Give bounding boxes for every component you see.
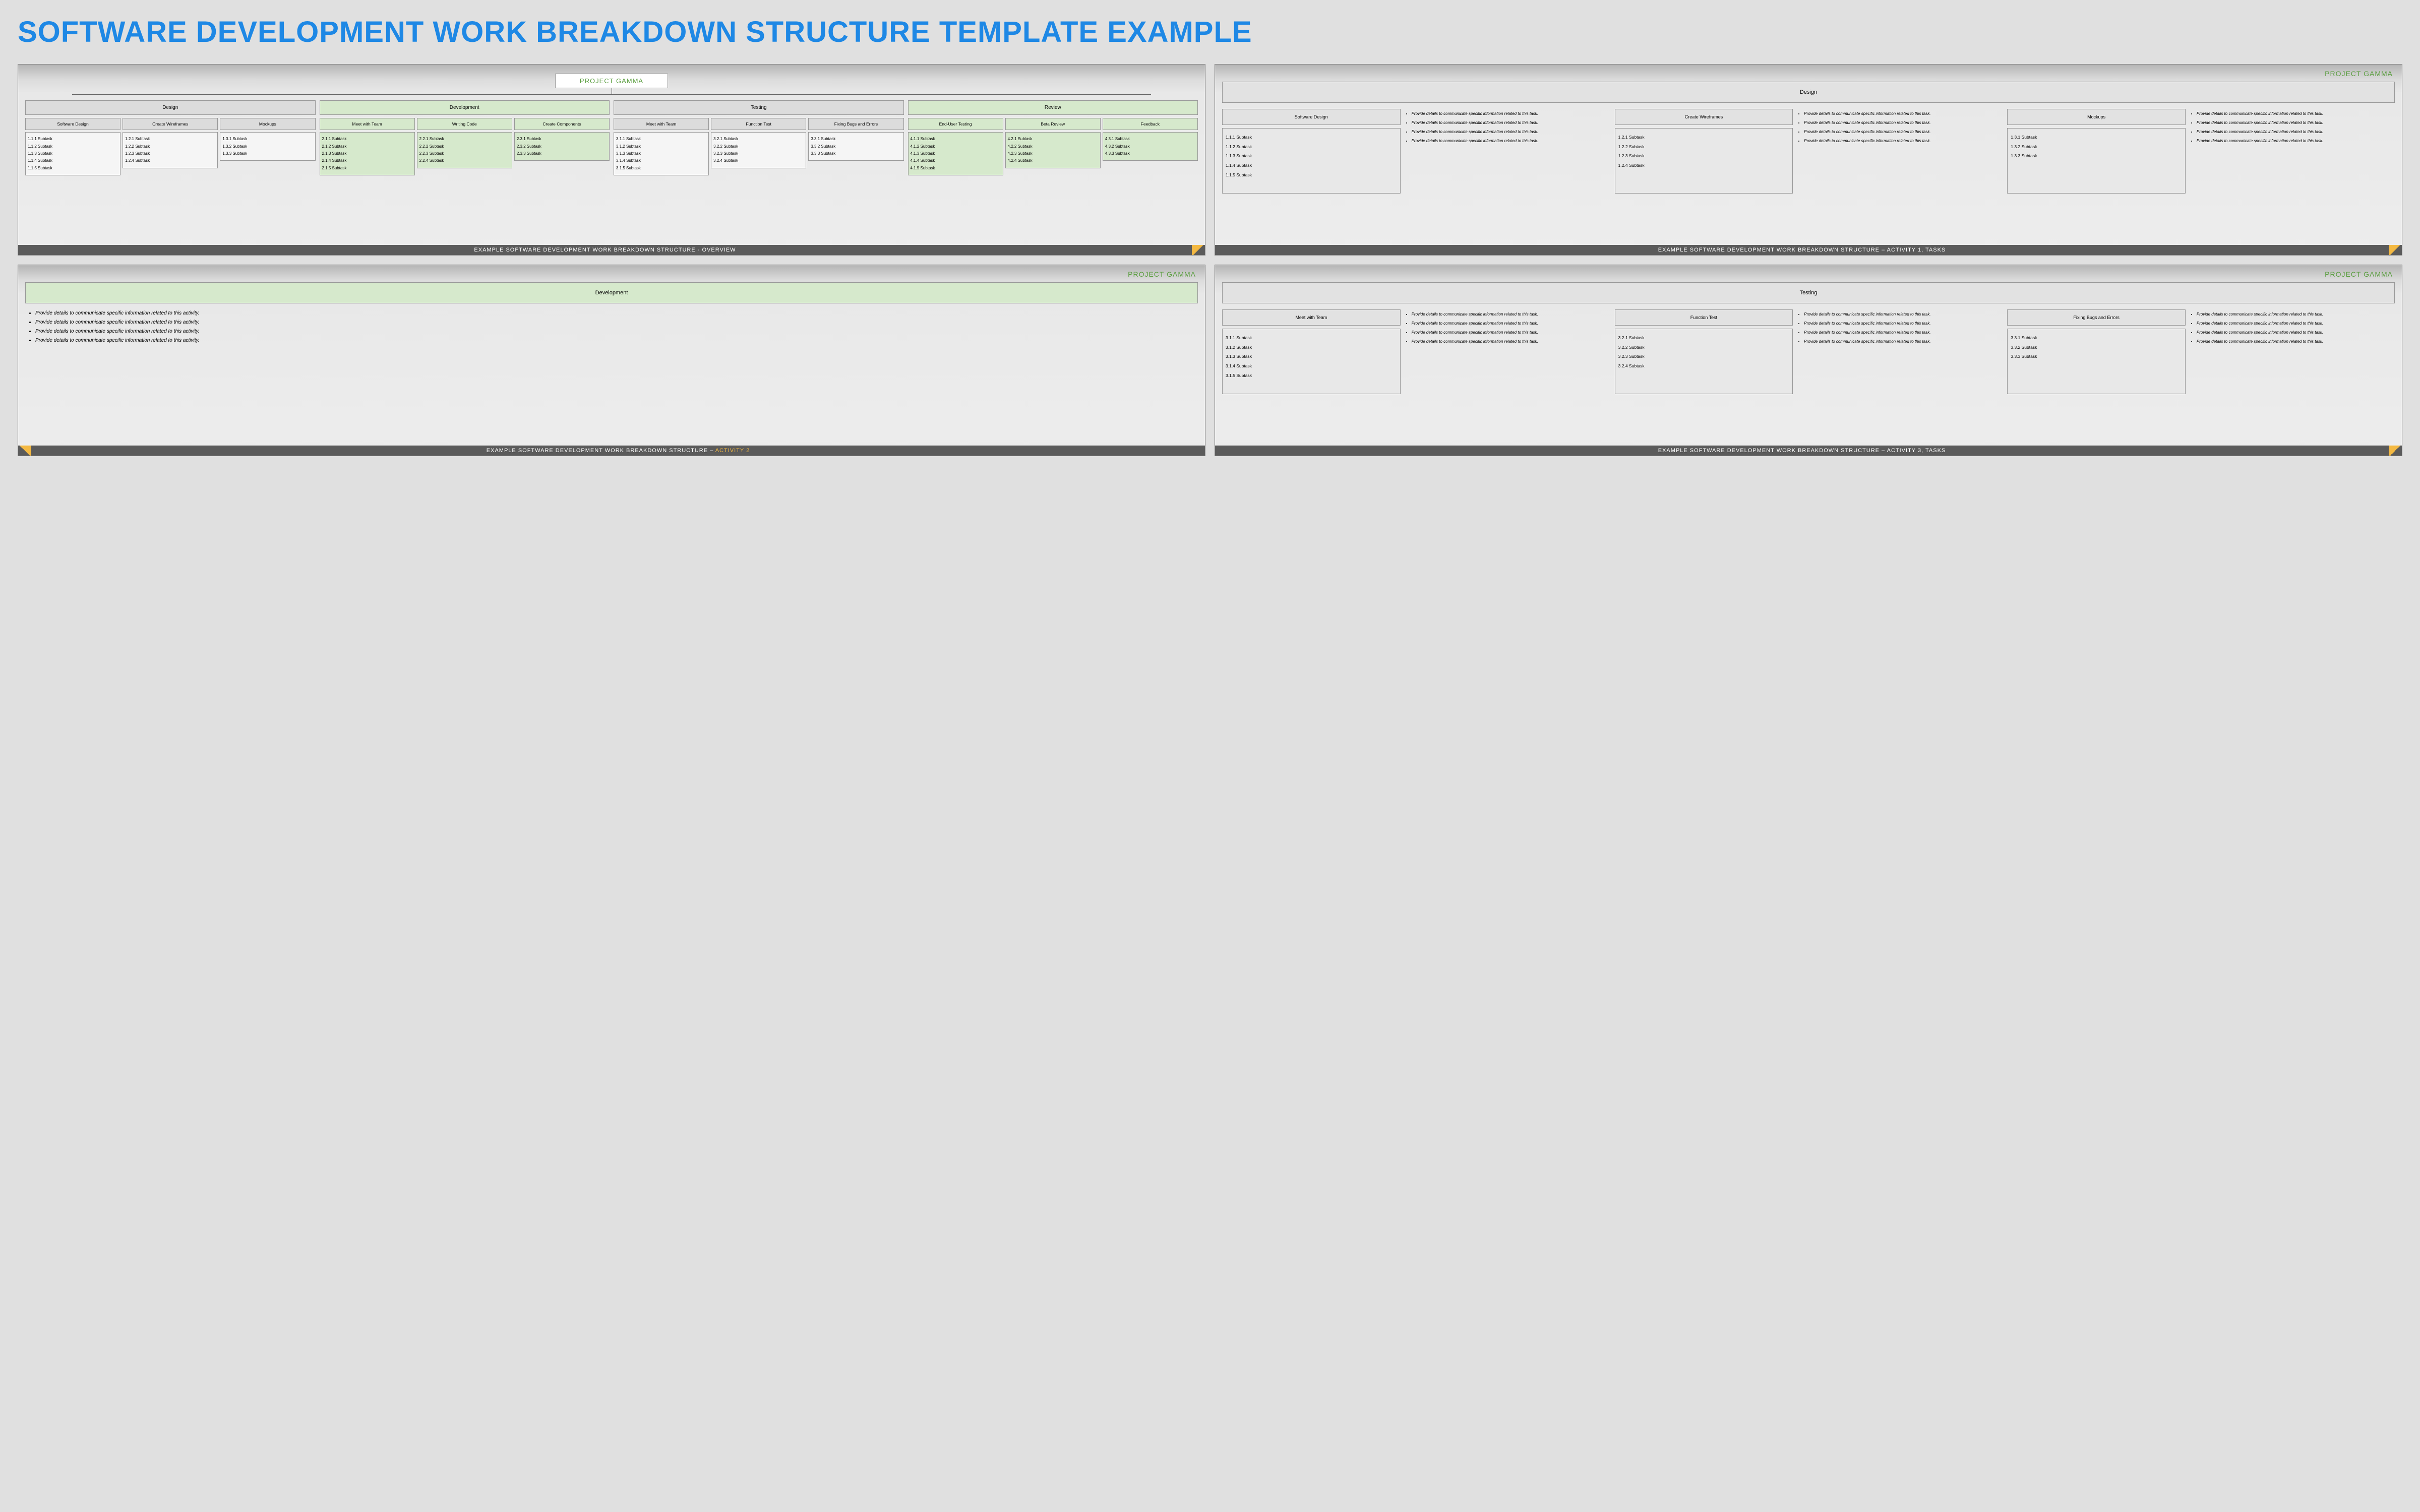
subtask-list: 4.1.1 Subtask4.1.2 Subtask4.1.3 Subtask4… xyxy=(908,132,1003,175)
subtask-list: 2.2.1 Subtask2.2.2 Subtask2.2.3 Subtask2… xyxy=(417,132,512,168)
task-box: Meet with Team xyxy=(1222,309,1401,326)
subtask-list: 4.3.1 Subtask4.3.2 Subtask4.3.3 Subtask xyxy=(1103,132,1198,161)
task-details: Provide details to communicate specific … xyxy=(1405,109,1610,194)
root-project: PROJECT GAMMA xyxy=(555,74,668,88)
subtask-list: 1.3.1 Subtask1.3.2 Subtask1.3.3 Subtask xyxy=(220,132,315,161)
task-box: Fixing Bugs and Errors xyxy=(808,118,903,130)
task-box: Writing Code xyxy=(417,118,512,130)
activity-detail-item: Provide details to communicate specific … xyxy=(35,309,1198,318)
task-details: Provide details to communicate specific … xyxy=(2190,109,2395,194)
activity-design: Design xyxy=(25,100,316,115)
task-box: Mockups xyxy=(220,118,315,130)
task-box: Function Test xyxy=(1615,309,1793,326)
task-box: Software Design xyxy=(1222,109,1401,125)
project-label: PROJECT GAMMA xyxy=(2325,270,2393,278)
slide-overview: PROJECT GAMMA Design Software Design 1.1.1 … xyxy=(18,64,1205,256)
task-details: Provide details to communicate specific … xyxy=(1797,109,2002,194)
slide1-footer: EXAMPLE SOFTWARE DEVELOPMENT WORK BREAKD… xyxy=(18,245,1205,255)
activity-detail-item: Provide details to communicate specific … xyxy=(35,319,1198,327)
subtask-list: 1.1.1 Subtask1.1.2 Subtask1.1.3 Subtask1… xyxy=(1222,128,1401,194)
slide-activity2: PROJECT GAMMA Development Provide detail… xyxy=(18,265,1205,456)
slide4-footer: EXAMPLE SOFTWARE DEVELOPMENT WORK BREAKD… xyxy=(1215,446,2402,456)
subtask-list: 1.2.1 Subtask1.2.2 Subtask1.2.3 Subtask1… xyxy=(123,132,218,168)
task-box: Beta Review xyxy=(1005,118,1101,130)
task-box: Meet with Team xyxy=(320,118,415,130)
subtask-list: 3.3.1 Subtask3.3.2 Subtask3.3.3 Subtask xyxy=(808,132,903,161)
task-details: Provide details to communicate specific … xyxy=(1797,309,2002,394)
subtask-list: 2.3.1 Subtask2.3.2 Subtask2.3.3 Subtask xyxy=(514,132,610,161)
subtask-list: 4.2.1 Subtask4.2.2 Subtask4.2.3 Subtask4… xyxy=(1005,132,1101,168)
subtask-list: 3.1.1 Subtask3.1.2 Subtask3.1.3 Subtask3… xyxy=(1222,329,1401,394)
slide-activity1-tasks: PROJECT GAMMA Design Software Design 1.1.… xyxy=(1215,64,2402,256)
activity-header-testing: Testing xyxy=(1222,282,2395,303)
task-box: End-User Testing xyxy=(908,118,1003,130)
page-title: SOFTWARE DEVELOPMENT WORK BREAKDOWN STRU… xyxy=(18,15,2402,49)
activity-details-list: Provide details to communicate specific … xyxy=(25,309,1198,345)
task-details: Provide details to communicate specific … xyxy=(2190,309,2395,394)
activity-header-design: Design xyxy=(1222,82,2395,103)
slide-activity3-tasks: PROJECT GAMMA Testing Meet with Team 3.1.… xyxy=(1215,265,2402,456)
task-box: Function Test xyxy=(711,118,806,130)
activity-testing: Testing xyxy=(614,100,904,115)
task-box: Mockups xyxy=(2007,109,2186,125)
subtask-list: 3.2.1 Subtask3.2.2 Subtask3.2.3 Subtask3… xyxy=(1615,329,1793,394)
activity-development: Development xyxy=(320,100,610,115)
activity-review: Review xyxy=(908,100,1198,115)
project-label: PROJECT GAMMA xyxy=(2325,70,2393,78)
activity-detail-item: Provide details to communicate specific … xyxy=(35,328,1198,336)
task-box: Create Components xyxy=(514,118,610,130)
slide2-footer: EXAMPLE SOFTWARE DEVELOPMENT WORK BREAKD… xyxy=(1215,245,2402,255)
subtask-list: 1.1.1 Subtask1.1.2 Subtask1.1.3 Subtask1… xyxy=(25,132,120,175)
subtask-list: 3.1.1 Subtask3.1.2 Subtask3.1.3 Subtask3… xyxy=(614,132,709,175)
subtask-list: 3.3.1 Subtask3.3.2 Subtask3.3.3 Subtask xyxy=(2007,329,2186,394)
slide-grid: PROJECT GAMMA Design Software Design 1.1.1 … xyxy=(18,64,2402,456)
slide3-footer: EXAMPLE SOFTWARE DEVELOPMENT WORK BREAKD… xyxy=(18,446,1205,456)
activity-header-development: Development xyxy=(25,282,1198,303)
subtask-list: 1.2.1 Subtask1.2.2 Subtask1.2.3 Subtask1… xyxy=(1615,128,1793,194)
task-details: Provide details to communicate specific … xyxy=(1405,309,1610,394)
subtask-list: 2.1.1 Subtask2.1.2 Subtask2.1.3 Subtask2… xyxy=(320,132,415,175)
project-label: PROJECT GAMMA xyxy=(1128,270,1196,278)
task-box: Feedback xyxy=(1103,118,1198,130)
subtask-list: 3.2.1 Subtask3.2.2 Subtask3.2.3 Subtask3… xyxy=(711,132,806,168)
activity-detail-item: Provide details to communicate specific … xyxy=(35,337,1198,345)
task-box: Meet with Team xyxy=(614,118,709,130)
task-box: Create Wireframes xyxy=(1615,109,1793,125)
task-box: Software Design xyxy=(25,118,120,130)
task-box: Fixing Bugs and Errors xyxy=(2007,309,2186,326)
subtask-list: 1.3.1 Subtask1.3.2 Subtask1.3.3 Subtask xyxy=(2007,128,2186,194)
task-box: Create Wireframes xyxy=(123,118,218,130)
